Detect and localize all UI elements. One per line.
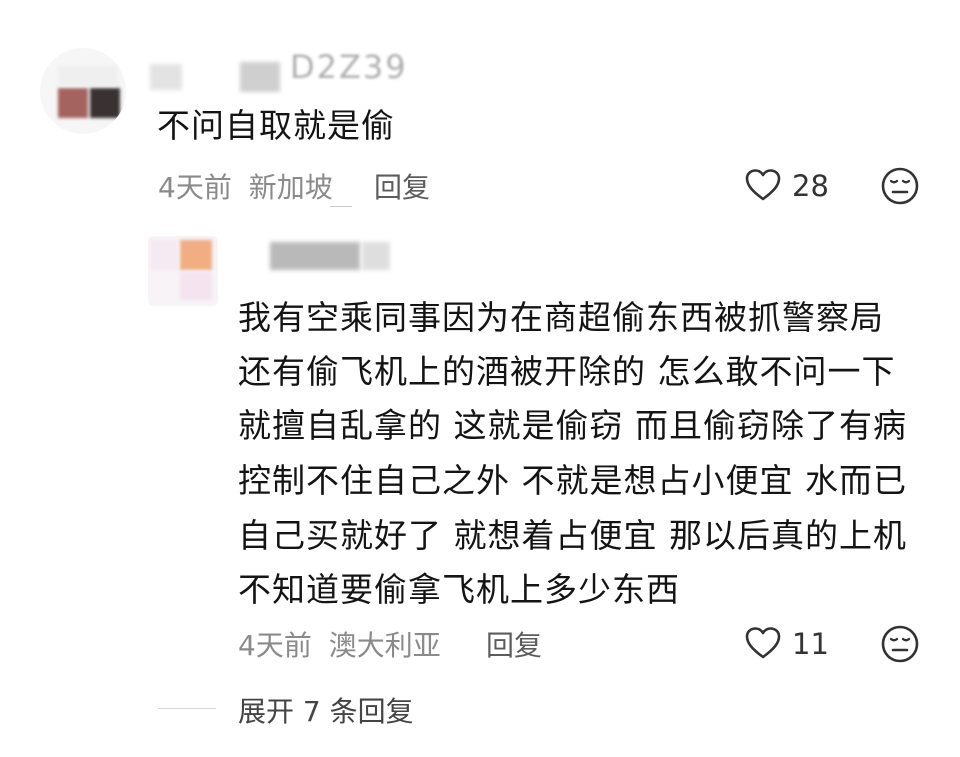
comment-time: 4天前 <box>158 171 232 204</box>
reply-text-line: 不知道要偷拿飞机上多少东西 <box>238 570 680 609</box>
neutral-face-icon <box>881 625 919 663</box>
comment-avatar[interactable] <box>40 48 126 134</box>
reply-text-line: 自己买就好了 就想着占便宜 那以后真的上机 <box>238 516 907 555</box>
expand-replies-button[interactable]: 展开 7 条回复 <box>238 690 414 730</box>
heart-outline-icon <box>745 627 781 659</box>
reply-reply-button[interactable]: 回复 <box>486 624 542 664</box>
neutral-face-icon <box>881 167 919 205</box>
comment-meta: 4天前 新加坡 <box>158 166 333 206</box>
comment-reply-button[interactable]: 回复 <box>374 166 430 206</box>
reply-text: 我有空乘同事因为在商超偷东西被抓警察局 还有偷飞机上的酒被开除的 怎么敢不问一下… <box>238 298 938 624</box>
reply-text-line: 控制不住自己之外 不就是想占小便宜 水而已 <box>238 461 907 500</box>
reply-time: 4天前 <box>238 629 312 662</box>
comment-username-fragment: D2Z39 <box>290 48 408 86</box>
reply-location: 澳大利亚 <box>328 629 441 662</box>
reply-username[interactable] <box>268 238 398 274</box>
comment-username[interactable]: D2Z39 <box>150 48 450 94</box>
comment-like-count: 28 <box>792 169 829 203</box>
reply-like-button[interactable] <box>744 626 784 662</box>
meta-underline <box>330 206 352 207</box>
heart-outline-icon <box>745 169 781 201</box>
reply-text-line: 就擅自乱拿的 这就是偷窃 而且偷窃除了有病 <box>238 406 907 445</box>
reply-dislike-button[interactable] <box>880 624 920 664</box>
reply-meta: 4天前 澳大利亚 <box>238 624 441 664</box>
reply-like-count: 11 <box>792 627 829 661</box>
reply-avatar[interactable] <box>148 236 218 306</box>
reply-text-line: 我有空乘同事因为在商超偷东西被抓警察局 <box>238 298 884 337</box>
comment-like-button[interactable] <box>744 168 784 204</box>
comment-text: 不问自取就是偷 <box>157 106 395 145</box>
expand-divider <box>158 708 216 709</box>
comment-location: 新加坡 <box>248 171 333 204</box>
reply-text-line: 还有偷飞机上的酒被开除的 怎么敢不问一下 <box>238 352 896 391</box>
comment-dislike-button[interactable] <box>880 166 920 206</box>
